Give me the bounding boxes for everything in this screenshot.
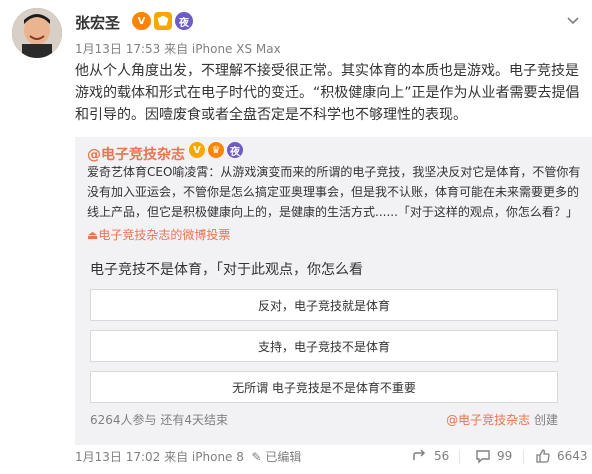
vote-option-support[interactable]: 支持，电子竞技不是体育 [90,330,558,362]
repost-meta: 1月13日 17:02 来自 iPhone 8 ✎ 已编辑 [75,448,301,465]
vote-creator-link[interactable]: @电子竞技杂志 [446,413,530,427]
divider [459,450,460,464]
vote-creator: @电子竞技杂志 创建 [446,411,558,428]
like-button[interactable]: 6643 [535,448,588,464]
post-meta[interactable]: 1月13日 17:53 来自 iPhone XS Max [75,40,281,57]
vip-badge-icon[interactable]: V [132,12,151,30]
vote-link-label: 电子竞技杂志的微博投票 [98,228,231,242]
author-name[interactable]: 张宏圣 [75,12,120,33]
comment-count: 99 [497,449,513,463]
night-badge-icon[interactable]: 夜 [175,12,193,30]
repost-text: 爱奇艺体育CEO喻凌霄：从游戏演变而来的所谓的电子竞技，我坚决反对它是体育，不管… [87,165,581,219]
like-count: 6643 [557,449,588,463]
thumbs-up-icon [536,449,550,463]
vote-icon: ⏏ [87,228,99,242]
edit-icon: ✎ [247,450,262,464]
verified-badge-icon[interactable]: V [189,142,205,158]
forward-button[interactable]: 56 [412,448,449,464]
repost-meta-text[interactable]: 1月13日 17:02 来自 iPhone 8 [75,450,244,464]
vote-creator-suffix: 创建 [530,413,558,427]
membership-badge-icon[interactable] [154,12,172,30]
forward-count: 56 [434,449,450,463]
chevron-down-icon[interactable] [566,12,580,26]
vote-card: 电子竞技不是体育，「对于此观点，你怎么看 反对，电子竞技就是体育 支持，电子竞技… [75,251,592,436]
vote-option-neutral[interactable]: 无所谓 电子竞技是不是体育不重要 [90,371,558,403]
forward-icon [413,449,426,460]
repost-footer: 1月13日 17:02 来自 iPhone 8 ✎ 已编辑 56 99 6643 [75,448,588,466]
divider [523,450,524,464]
repost-card: @电子竞技杂志 V ♛ 夜 爱奇艺体育CEO喻凌霄：从游戏演变而来的所谓的电子竞… [75,137,592,445]
comment-button[interactable]: 99 [475,448,512,464]
avatar[interactable] [12,8,62,58]
edited-label[interactable]: 已编辑 [265,450,301,464]
vote-option-oppose[interactable]: 反对，电子竞技就是体育 [90,289,558,321]
author-badges: V 夜 [132,12,193,30]
post-content: 他从个人角度出发，不理解不接受很正常。其实体育的本质也是游戏。电子竞技是游戏的载… [75,63,580,123]
repost-author[interactable]: @电子竞技杂志 [87,144,185,164]
night-badge-icon[interactable]: 夜 [227,142,243,158]
comment-icon [476,450,490,464]
repost-author-badges: V ♛ 夜 [189,142,243,158]
vote-stats: 6264人参与 还有4天结束 [90,413,228,427]
vote-title: 电子竞技不是体育，「对于此观点，你怎么看 [90,262,363,278]
vote-link[interactable]: ⏏电子竞技杂志的微博投票 [87,226,230,243]
vip-badge-icon[interactable]: ♛ [208,142,224,158]
